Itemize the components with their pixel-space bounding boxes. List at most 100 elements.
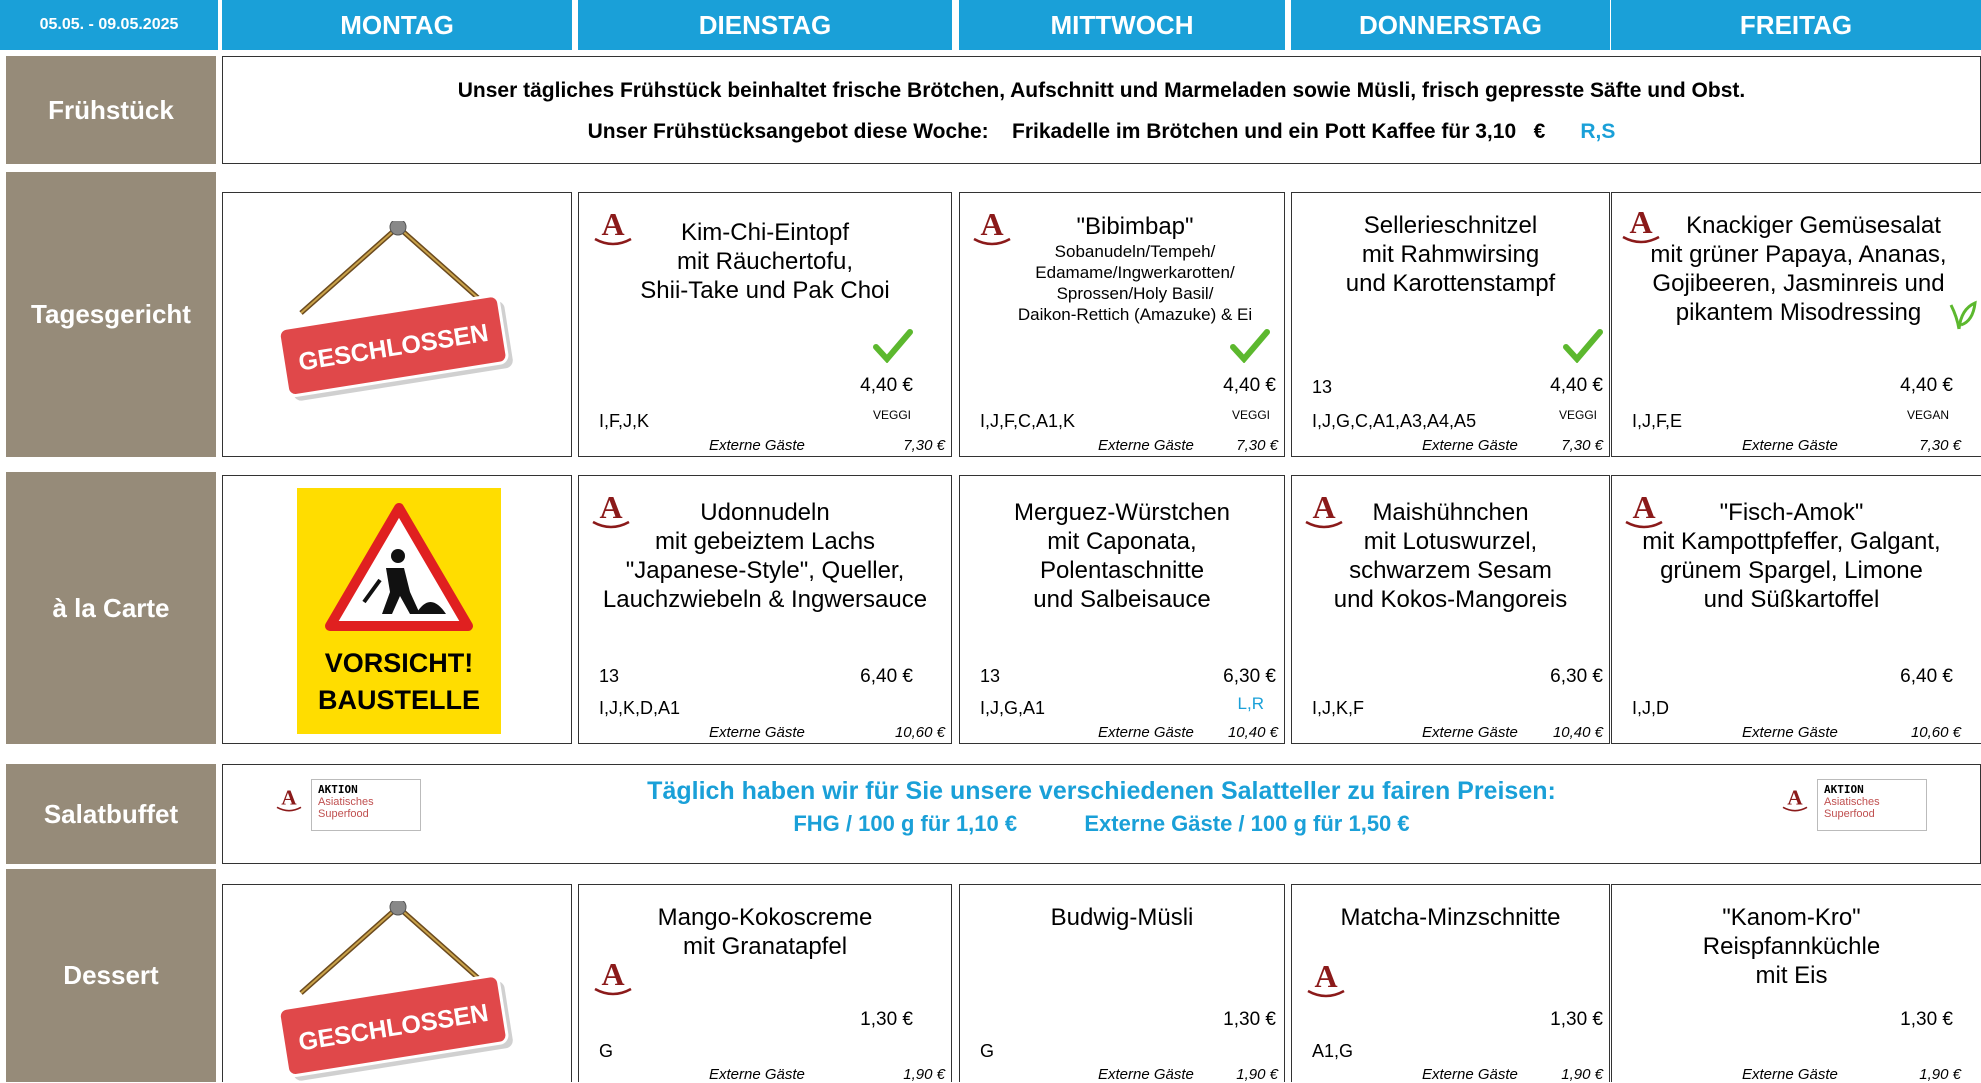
allergens: A1,G xyxy=(1312,1041,1354,1061)
day-monday: MONTAG xyxy=(222,0,572,50)
external-price: 1,90 € xyxy=(1236,1066,1278,1083)
alacarte-card-friday: A "Fisch-Amok" mit Kampottpfeffer, Galgan… xyxy=(1611,475,1981,744)
breakfast-offer-label: Unser Frühstücksangebot diese Woche: xyxy=(587,120,989,143)
svg-text:A: A xyxy=(1314,958,1337,994)
closed-sign-icon: GESCHLOSSEN xyxy=(277,221,513,401)
row-label-daily: Tagesgericht xyxy=(6,172,216,457)
diet-tag: VEGGI xyxy=(1231,408,1270,422)
construction-warning-icon xyxy=(325,503,473,631)
breakfast-offer-allergens: R,S xyxy=(1580,120,1616,143)
dish-title: Merguez-Würstchen mit Caponata, Polentasch… xyxy=(1013,499,1231,613)
row-label-breakfast: Frühstück xyxy=(6,56,216,164)
day-tuesday: DIENSTAG xyxy=(578,0,952,50)
monday-daily-cell: GESCHLOSSEN xyxy=(222,192,572,457)
diet-tag: VEGAN xyxy=(1906,408,1949,422)
monday-alacarte-cell: VORSICHT! BAUSTELLE xyxy=(222,475,572,744)
external-price: 10,40 € xyxy=(1227,724,1278,741)
price: 4,40 € xyxy=(1223,375,1276,396)
closed-sign-icon: GESCHLOSSEN xyxy=(277,901,513,1081)
external-price: 1,90 € xyxy=(903,1066,945,1083)
allergens: I,J,D xyxy=(1632,698,1670,718)
salad-line2: FHG / 100 g für 1,10 € Externe Gäste / 1… xyxy=(223,811,1980,837)
a-badge-icon: A xyxy=(594,956,632,996)
price: 4,40 € xyxy=(1550,375,1603,396)
allergens: I,F,J,K xyxy=(599,411,650,431)
warning-sign: VORSICHT! BAUSTELLE xyxy=(297,488,501,734)
aktion-sub2: Superfood xyxy=(1824,808,1875,820)
dish-number: 13 xyxy=(599,666,620,686)
external-label: Externe Gäste xyxy=(1422,1066,1518,1083)
dish-title: "Bibimbap" Sobanudeln/Tempeh/ Edamame/In… xyxy=(1017,213,1253,324)
veggie-check-icon xyxy=(1563,329,1603,363)
dessert-card-thursday: Matcha-Minzschnitte A 1,30 € A1,G Extern… xyxy=(1291,884,1610,1083)
allergens: G xyxy=(599,1041,614,1061)
price: 1,30 € xyxy=(1550,1009,1603,1030)
veggie-check-icon xyxy=(873,329,913,363)
external-price: 7,30 € xyxy=(1919,437,1961,454)
external-price: 10,40 € xyxy=(1552,724,1603,741)
external-label: Externe Gäste xyxy=(709,724,805,741)
aktion-title: AKTION xyxy=(1824,783,1864,796)
warning-line1: VORSICHT! xyxy=(324,648,474,678)
salad-price-external: Externe Gäste / 100 g für 1,50 € xyxy=(1084,811,1410,836)
svg-text:A: A xyxy=(1629,204,1652,240)
a-badge-icon: A xyxy=(1782,786,1808,812)
dish-title: Maishühnchen mit Lotuswurzel, schwarzem Se… xyxy=(1333,499,1568,613)
external-label: Externe Gäste xyxy=(1422,724,1518,741)
external-price: 1,90 € xyxy=(1561,1066,1603,1083)
external-label: Externe Gäste xyxy=(1422,437,1518,454)
dish-title: Sellerieschnitzel mit Rahmwirsing und Karo… xyxy=(1345,212,1556,297)
daily-card-wednesday: A "Bibimbap" Sobanudeln/Tempeh/ Edamame/… xyxy=(959,192,1285,457)
alacarte-card-wednesday: Merguez-Würstchen mit Caponata, Polentasch… xyxy=(959,475,1285,744)
dish-title: Knackiger Gemüsesalat xyxy=(1686,212,1941,239)
breakfast-offer-text: Frikadelle im Brötchen und ein Pott Kaff… xyxy=(1012,120,1470,143)
date-range: 05.05. - 09.05.2025 xyxy=(0,0,218,50)
monday-dessert-cell: GESCHLOSSEN xyxy=(222,884,572,1082)
external-label: Externe Gäste xyxy=(1742,1066,1838,1083)
dish-number: 13 xyxy=(980,666,1001,686)
dish-title: "Fisch-Amok" mit Kampottpfeffer, Galgant,… xyxy=(1642,499,1941,613)
daily-card-thursday: Sellerieschnitzel mit Rahmwirsing und Karo… xyxy=(1291,192,1610,457)
dessert-title: Budwig-Müsli xyxy=(1050,904,1194,931)
day-thursday: DONNERSTAG xyxy=(1291,0,1610,50)
salad-panel: A AKTION Asiatisches Superfood Täglich h… xyxy=(222,764,1981,864)
allergens: I,J,G,C,A1,A3,A4,A5 xyxy=(1312,411,1477,431)
svg-text:A: A xyxy=(1787,786,1803,810)
price: 4,40 € xyxy=(1900,375,1953,396)
allergens: I,J,K,F xyxy=(1312,698,1365,718)
dessert-card-wednesday: Budwig-Müsli 1,30 € G Externe Gäste 1,90… xyxy=(959,884,1285,1083)
diet-tag: VEGGI xyxy=(1558,408,1597,422)
price: 1,30 € xyxy=(860,1009,913,1030)
salad-line1: Täglich haben wir für Sie unsere verschi… xyxy=(647,777,1556,805)
external-price: 7,30 € xyxy=(1561,437,1603,454)
dessert-title: Matcha-Minzschnitte xyxy=(1340,904,1561,931)
external-label: Externe Gäste xyxy=(1098,724,1194,741)
allergens: I,J,G,A1 xyxy=(980,698,1046,718)
salad-price-fhg: FHG / 100 g für 1,10 € xyxy=(793,811,1018,836)
a-badge-icon: A xyxy=(1307,958,1345,998)
price: 4,40 € xyxy=(860,375,913,396)
aktion-badge-right: A AKTION Asiatisches Superfood xyxy=(1779,779,1929,833)
price: 6,30 € xyxy=(1223,666,1276,687)
allergens: I,J,F,C,A1,K xyxy=(980,411,1076,431)
external-price: 7,30 € xyxy=(1236,437,1278,454)
price: 1,30 € xyxy=(1900,1009,1953,1030)
external-label: Externe Gäste xyxy=(709,437,805,454)
price: 6,40 € xyxy=(1900,666,1953,687)
dish-number: 13 xyxy=(1312,377,1333,397)
dish-title: Udonnudeln mit gebeiztem Lachs "Japanese-S… xyxy=(602,499,928,613)
breakfast-text: Unser tägliches Frühstück beinhaltet fri… xyxy=(457,79,1746,102)
breakfast-offer: Unser Frühstücksangebot diese Woche: Fri… xyxy=(223,120,1980,144)
day-wednesday: MITTWOCH xyxy=(959,0,1285,50)
diet-tag: VEGGI xyxy=(872,408,911,422)
breakfast-offer-price: 3,10 xyxy=(1475,120,1517,143)
external-label: Externe Gäste xyxy=(709,1066,805,1083)
external-label: Externe Gäste xyxy=(1742,437,1838,454)
row-label-salad: Salatbuffet xyxy=(6,764,216,864)
breakfast-offer-currency: € xyxy=(1533,120,1546,143)
price: 6,40 € xyxy=(860,666,913,687)
price: 6,30 € xyxy=(1550,666,1603,687)
external-label: Externe Gäste xyxy=(1098,1066,1194,1083)
svg-text:A: A xyxy=(601,956,624,992)
breakfast-panel: Unser tägliches Frühstück beinhaltet fri… xyxy=(222,56,1981,164)
